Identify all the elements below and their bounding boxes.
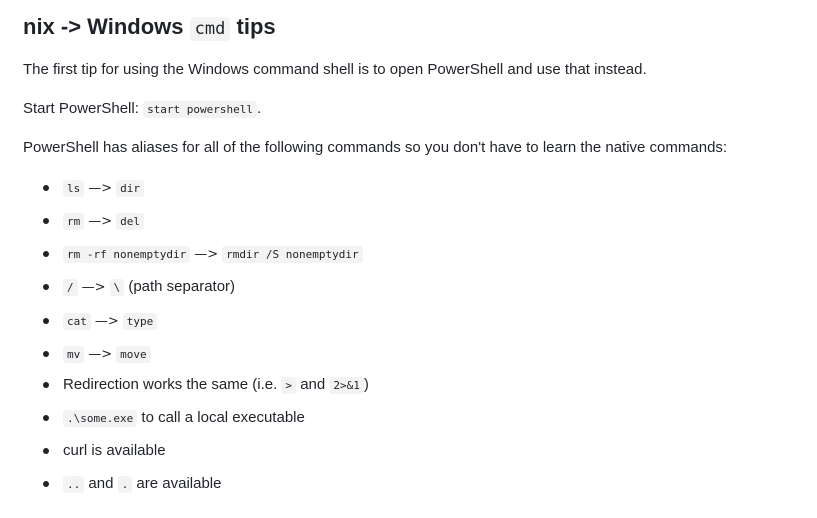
redirection-text: Redirection works the same (i.e. [63, 376, 278, 393]
arrow-icon: —> [88, 347, 113, 362]
nix-command-code: cat [63, 313, 91, 330]
local-exe-code: .\some.exe [63, 410, 138, 427]
bullet-icon [43, 218, 49, 224]
parent-dir-code: .. [63, 476, 85, 493]
windows-command-code: del [116, 213, 145, 230]
windows-command-code: rmdir /S nonemptydir [222, 246, 363, 263]
bullet-icon [43, 382, 49, 388]
title-text-after: tips [236, 14, 276, 39]
stderr-redirect-code: 2>&1 [329, 377, 364, 394]
intro-paragraph: The first tip for using the Windows comm… [23, 60, 647, 80]
aliases-paragraph: PowerShell has aliases for all of the fo… [23, 138, 727, 158]
nix-command-code: mv [63, 346, 85, 363]
close-paren-text: ) [363, 376, 369, 393]
arrow-icon: —> [94, 314, 119, 329]
bullet-icon [43, 351, 49, 357]
bullet-icon [43, 251, 49, 257]
start-powershell-code: start powershell [143, 101, 258, 118]
and-text: and [300, 376, 326, 393]
arrow-icon: —> [88, 181, 113, 196]
bullet-icon [43, 481, 49, 487]
markdown-document: nix -> Windows cmd tips The first tip fo… [0, 0, 817, 518]
nix-command-code: rm -rf nonemptydir [63, 246, 191, 263]
nix-command-code: / [63, 279, 78, 296]
arrow-icon: —> [194, 247, 219, 262]
current-dir-code: . [117, 476, 133, 493]
windows-command-code: move [116, 346, 151, 363]
available-text: are available [136, 475, 222, 492]
intro-text: The first tip for using the Windows comm… [23, 61, 647, 78]
nix-command-code: rm [63, 213, 85, 230]
start-text: Start PowerShell: [23, 100, 139, 117]
path-separator-note: (path separator) [128, 278, 236, 295]
bullet-icon [43, 448, 49, 454]
windows-command-code: \ [109, 279, 125, 296]
arrow-icon: —> [81, 280, 106, 295]
bullet-icon [43, 318, 49, 324]
redirect-code: > [281, 377, 297, 394]
arrow-icon: —> [88, 214, 113, 229]
bullet-icon [43, 185, 49, 191]
windows-command-code: type [122, 313, 158, 330]
bullet-icon [43, 415, 49, 421]
and-text: and [88, 475, 114, 492]
aliases-text: PowerShell has aliases for all of the fo… [23, 139, 728, 156]
nix-command-code: ls [63, 180, 85, 197]
start-powershell-paragraph: Start PowerShell: start powershell. [23, 99, 261, 120]
local-exe-text: to call a local executable [141, 409, 305, 426]
page-title: nix -> Windows cmd tips [23, 12, 276, 44]
windows-command-code: dir [116, 180, 145, 197]
title-code-cmd: cmd [189, 17, 231, 41]
title-text-before: nix -> Windows [23, 14, 184, 39]
start-period: . [257, 100, 262, 117]
bullet-icon [43, 284, 49, 290]
curl-text: curl is available [63, 442, 166, 459]
